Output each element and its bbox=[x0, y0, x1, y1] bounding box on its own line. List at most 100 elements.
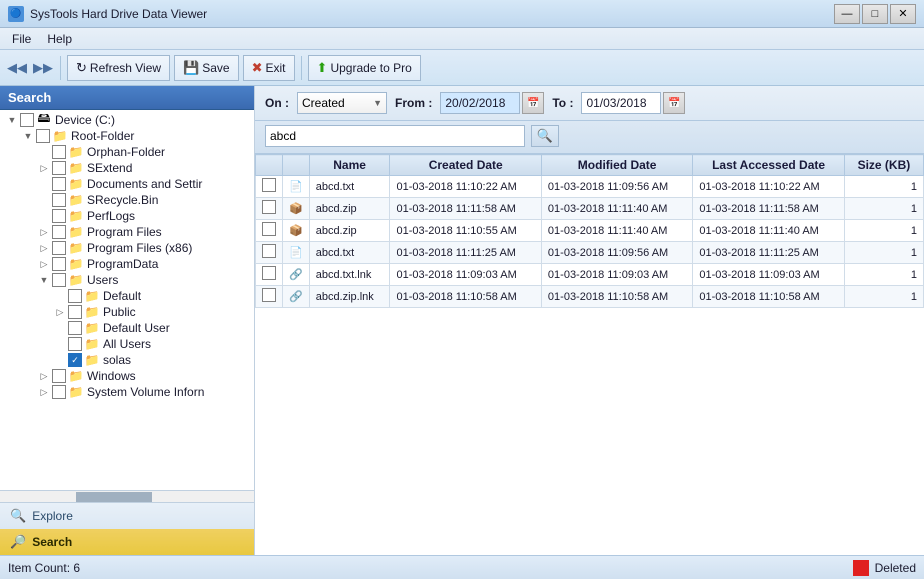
tree-item-srecycle[interactable]: ▷ 📁 SRecycle.Bin bbox=[0, 192, 254, 208]
tree-checkbox-programdata[interactable] bbox=[52, 257, 66, 271]
col-header-size[interactable]: Size (KB) bbox=[844, 155, 923, 176]
table-row[interactable]: 🔗 abcd.zip.lnk 01-03-2018 11:10:58 AM 01… bbox=[256, 286, 924, 308]
col-header-accessed[interactable]: Last Accessed Date bbox=[693, 155, 844, 176]
table-row[interactable]: 📦 abcd.zip 01-03-2018 11:11:58 AM 01-03-… bbox=[256, 198, 924, 220]
tree-checkbox-root-folder[interactable] bbox=[36, 129, 50, 143]
row-icon-cell: 📦 bbox=[283, 198, 310, 220]
tree-item-orphan-folder[interactable]: ▷ 📁 Orphan-Folder bbox=[0, 144, 254, 160]
to-date-input[interactable]: 01/03/2018 bbox=[581, 92, 661, 114]
search-text-input[interactable] bbox=[265, 125, 525, 147]
maximize-button[interactable]: □ bbox=[862, 4, 888, 24]
tree-checkbox-perflogs[interactable] bbox=[52, 209, 66, 223]
tree-checkbox-default-user[interactable] bbox=[68, 321, 82, 335]
to-date-cal-button[interactable]: 📅 bbox=[663, 92, 685, 114]
tree-toggle-public[interactable]: ▷ bbox=[52, 307, 68, 318]
search-go-button[interactable]: 🔍 bbox=[531, 125, 559, 147]
tree-checkbox-public[interactable] bbox=[68, 305, 82, 319]
file-table-container[interactable]: Name Created Date Modified Date Last Acc… bbox=[255, 154, 924, 555]
table-row[interactable]: 📄 abcd.txt 01-03-2018 11:11:25 AM 01-03-… bbox=[256, 242, 924, 264]
tree-item-solas[interactable]: ▷ ✓ 📁 solas bbox=[0, 352, 254, 368]
tree-checkbox-srecycle[interactable] bbox=[52, 193, 66, 207]
col-header-modified[interactable]: Modified Date bbox=[541, 155, 692, 176]
nav-next-button[interactable]: ▶▶ bbox=[32, 57, 54, 79]
tree-toggle-windows[interactable]: ▷ bbox=[36, 371, 52, 382]
search-filter-bar: On : Created ▼ From : 20/02/2018 📅 To : … bbox=[255, 86, 924, 121]
sidebar-tab-explore[interactable]: 🔍 Explore bbox=[0, 503, 254, 529]
sidebar-tree[interactable]: ▼ 🖴 Device (C:) ▼ 📁 Root-Folder ▷ 📁 Orph… bbox=[0, 110, 254, 490]
hscroll-thumb[interactable] bbox=[76, 492, 152, 502]
row-accessed: 01-03-2018 11:11:58 AM bbox=[693, 198, 844, 220]
tree-checkbox-device-c[interactable] bbox=[20, 113, 34, 127]
tree-checkbox-users[interactable] bbox=[52, 273, 66, 287]
tree-item-program-files[interactable]: ▷ 📁 Program Files bbox=[0, 224, 254, 240]
sidebar-hscroll[interactable] bbox=[0, 490, 254, 502]
row-checkbox[interactable] bbox=[262, 178, 276, 192]
tree-checkbox-program-files[interactable] bbox=[52, 225, 66, 239]
nav-prev-button[interactable]: ◀◀ bbox=[6, 57, 28, 79]
minimize-button[interactable]: — bbox=[834, 4, 860, 24]
tree-item-device-c[interactable]: ▼ 🖴 Device (C:) bbox=[0, 112, 254, 128]
tree-toggle-users[interactable]: ▼ bbox=[36, 275, 52, 285]
tree-toggle-system-volume[interactable]: ▷ bbox=[36, 387, 52, 398]
tree-item-default[interactable]: ▷ 📁 Default bbox=[0, 288, 254, 304]
menu-file[interactable]: File bbox=[4, 30, 39, 48]
tree-checkbox-default[interactable] bbox=[68, 289, 82, 303]
app-icon: 🔵 bbox=[8, 6, 24, 22]
close-button[interactable]: ✕ bbox=[890, 4, 916, 24]
tree-toggle-root-folder[interactable]: ▼ bbox=[20, 131, 36, 141]
tree-toggle-device-c[interactable]: ▼ bbox=[4, 115, 20, 125]
tree-item-sextend[interactable]: ▷ 📁 SExtend bbox=[0, 160, 254, 176]
tree-checkbox-windows[interactable] bbox=[52, 369, 66, 383]
tree-checkbox-all-users[interactable] bbox=[68, 337, 82, 351]
save-button[interactable]: 💾 Save bbox=[174, 55, 239, 81]
file-type-icon: 📦 bbox=[289, 225, 303, 237]
tree-label-system-volume: System Volume Inforn bbox=[87, 385, 204, 399]
tree-label-programdata: ProgramData bbox=[87, 257, 158, 271]
tree-item-program-files-x86[interactable]: ▷ 📁 Program Files (x86) bbox=[0, 240, 254, 256]
tree-checkbox-documents[interactable] bbox=[52, 177, 66, 191]
tree-item-documents[interactable]: ▷ 📁 Documents and Settir bbox=[0, 176, 254, 192]
table-row[interactable]: 📄 abcd.txt 01-03-2018 11:10:22 AM 01-03-… bbox=[256, 176, 924, 198]
tree-item-root-folder[interactable]: ▼ 📁 Root-Folder bbox=[0, 128, 254, 144]
tree-checkbox-system-volume[interactable] bbox=[52, 385, 66, 399]
tree-toggle-program-files[interactable]: ▷ bbox=[36, 227, 52, 238]
row-checkbox[interactable] bbox=[262, 266, 276, 280]
table-row[interactable]: 📦 abcd.zip 01-03-2018 11:10:55 AM 01-03-… bbox=[256, 220, 924, 242]
row-checkbox[interactable] bbox=[262, 244, 276, 258]
tree-item-system-volume[interactable]: ▷ 📁 System Volume Inforn bbox=[0, 384, 254, 400]
row-checkbox[interactable] bbox=[262, 288, 276, 302]
folder-icon-orphan: 📁 bbox=[68, 145, 84, 159]
exit-button[interactable]: ✖ Exit bbox=[243, 55, 295, 81]
tree-checkbox-sextend[interactable] bbox=[52, 161, 66, 175]
tree-item-all-users[interactable]: ▷ 📁 All Users bbox=[0, 336, 254, 352]
app-title: SysTools Hard Drive Data Viewer bbox=[30, 7, 207, 21]
tree-item-programdata[interactable]: ▷ 📁 ProgramData bbox=[0, 256, 254, 272]
col-header-name[interactable]: Name bbox=[309, 155, 390, 176]
on-dropdown[interactable]: Created ▼ bbox=[297, 92, 387, 114]
row-checkbox[interactable] bbox=[262, 200, 276, 214]
tree-checkbox-program-files-x86[interactable] bbox=[52, 241, 66, 255]
sidebar-tab-search[interactable]: 🔎 Search bbox=[0, 529, 254, 555]
table-row[interactable]: 🔗 abcd.txt.lnk 01-03-2018 11:09:03 AM 01… bbox=[256, 264, 924, 286]
tree-item-public[interactable]: ▷ 📁 Public bbox=[0, 304, 254, 320]
tree-item-default-user[interactable]: ▷ 📁 Default User bbox=[0, 320, 254, 336]
file-type-icon: 📦 bbox=[289, 203, 303, 215]
tree-toggle-programdata[interactable]: ▷ bbox=[36, 259, 52, 270]
tree-checkbox-solas[interactable]: ✓ bbox=[68, 353, 82, 367]
from-date-input[interactable]: 20/02/2018 bbox=[440, 92, 520, 114]
tree-item-perflogs[interactable]: ▷ 📁 PerfLogs bbox=[0, 208, 254, 224]
row-size: 1 bbox=[844, 242, 923, 264]
col-header-created[interactable]: Created Date bbox=[390, 155, 541, 176]
hscroll-track[interactable] bbox=[0, 492, 254, 502]
tree-toggle-program-files-x86[interactable]: ▷ bbox=[36, 243, 52, 254]
tree-item-users[interactable]: ▼ 📁 Users bbox=[0, 272, 254, 288]
folder-icon-all-users: 📁 bbox=[84, 337, 100, 351]
tree-item-windows[interactable]: ▷ 📁 Windows bbox=[0, 368, 254, 384]
menu-help[interactable]: Help bbox=[39, 30, 80, 48]
upgrade-button[interactable]: ⬆ Upgrade to Pro bbox=[308, 55, 421, 81]
refresh-button[interactable]: ↻ Refresh View bbox=[67, 55, 170, 81]
row-checkbox[interactable] bbox=[262, 222, 276, 236]
from-date-cal-button[interactable]: 📅 bbox=[522, 92, 544, 114]
tree-checkbox-orphan[interactable] bbox=[52, 145, 66, 159]
tree-toggle-sextend[interactable]: ▷ bbox=[36, 163, 52, 174]
